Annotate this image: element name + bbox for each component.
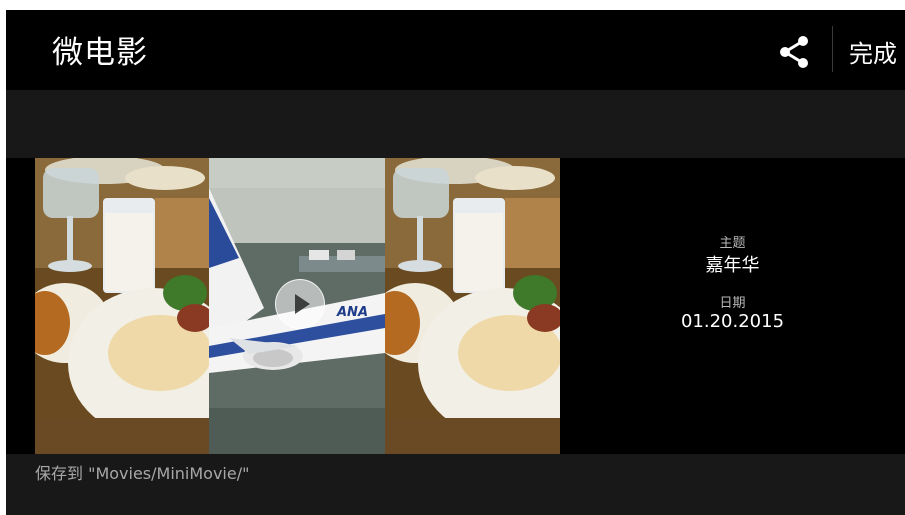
done-button[interactable]: 完成 xyxy=(849,34,897,69)
svg-text:ANA: ANA xyxy=(336,305,368,320)
mini-movie-screen: 微电影 完成 ANA 主题 嘉年华 日期 01.20.2015 保存到 "Mov… xyxy=(6,10,905,515)
toolbar-strip xyxy=(6,90,905,158)
date-value: 01.20.2015 xyxy=(680,311,785,332)
breakfast-photo-tile xyxy=(35,158,209,454)
action-divider xyxy=(832,26,833,72)
theme-value: 嘉年华 xyxy=(705,255,760,276)
play-icon[interactable] xyxy=(275,279,325,329)
share-icon[interactable] xyxy=(774,32,814,72)
breakfast-photo-tile xyxy=(385,158,560,454)
theme-label: 主题 xyxy=(719,236,746,251)
page-title: 微电影 xyxy=(52,35,148,71)
date-label: 日期 xyxy=(719,296,746,311)
movie-info: 主题 嘉年华 日期 01.20.2015 xyxy=(560,158,905,454)
video-preview[interactable]: ANA xyxy=(35,158,560,454)
footer: 保存到 "Movies/MiniMovie/" xyxy=(6,454,905,515)
save-path-text: 保存到 "Movies/MiniMovie/" xyxy=(35,464,250,483)
airplane-photo-tile: ANA xyxy=(209,158,385,454)
action-bar: 微电影 完成 xyxy=(6,10,905,90)
content-area: ANA 主题 嘉年华 日期 01.20.2015 xyxy=(6,158,905,454)
